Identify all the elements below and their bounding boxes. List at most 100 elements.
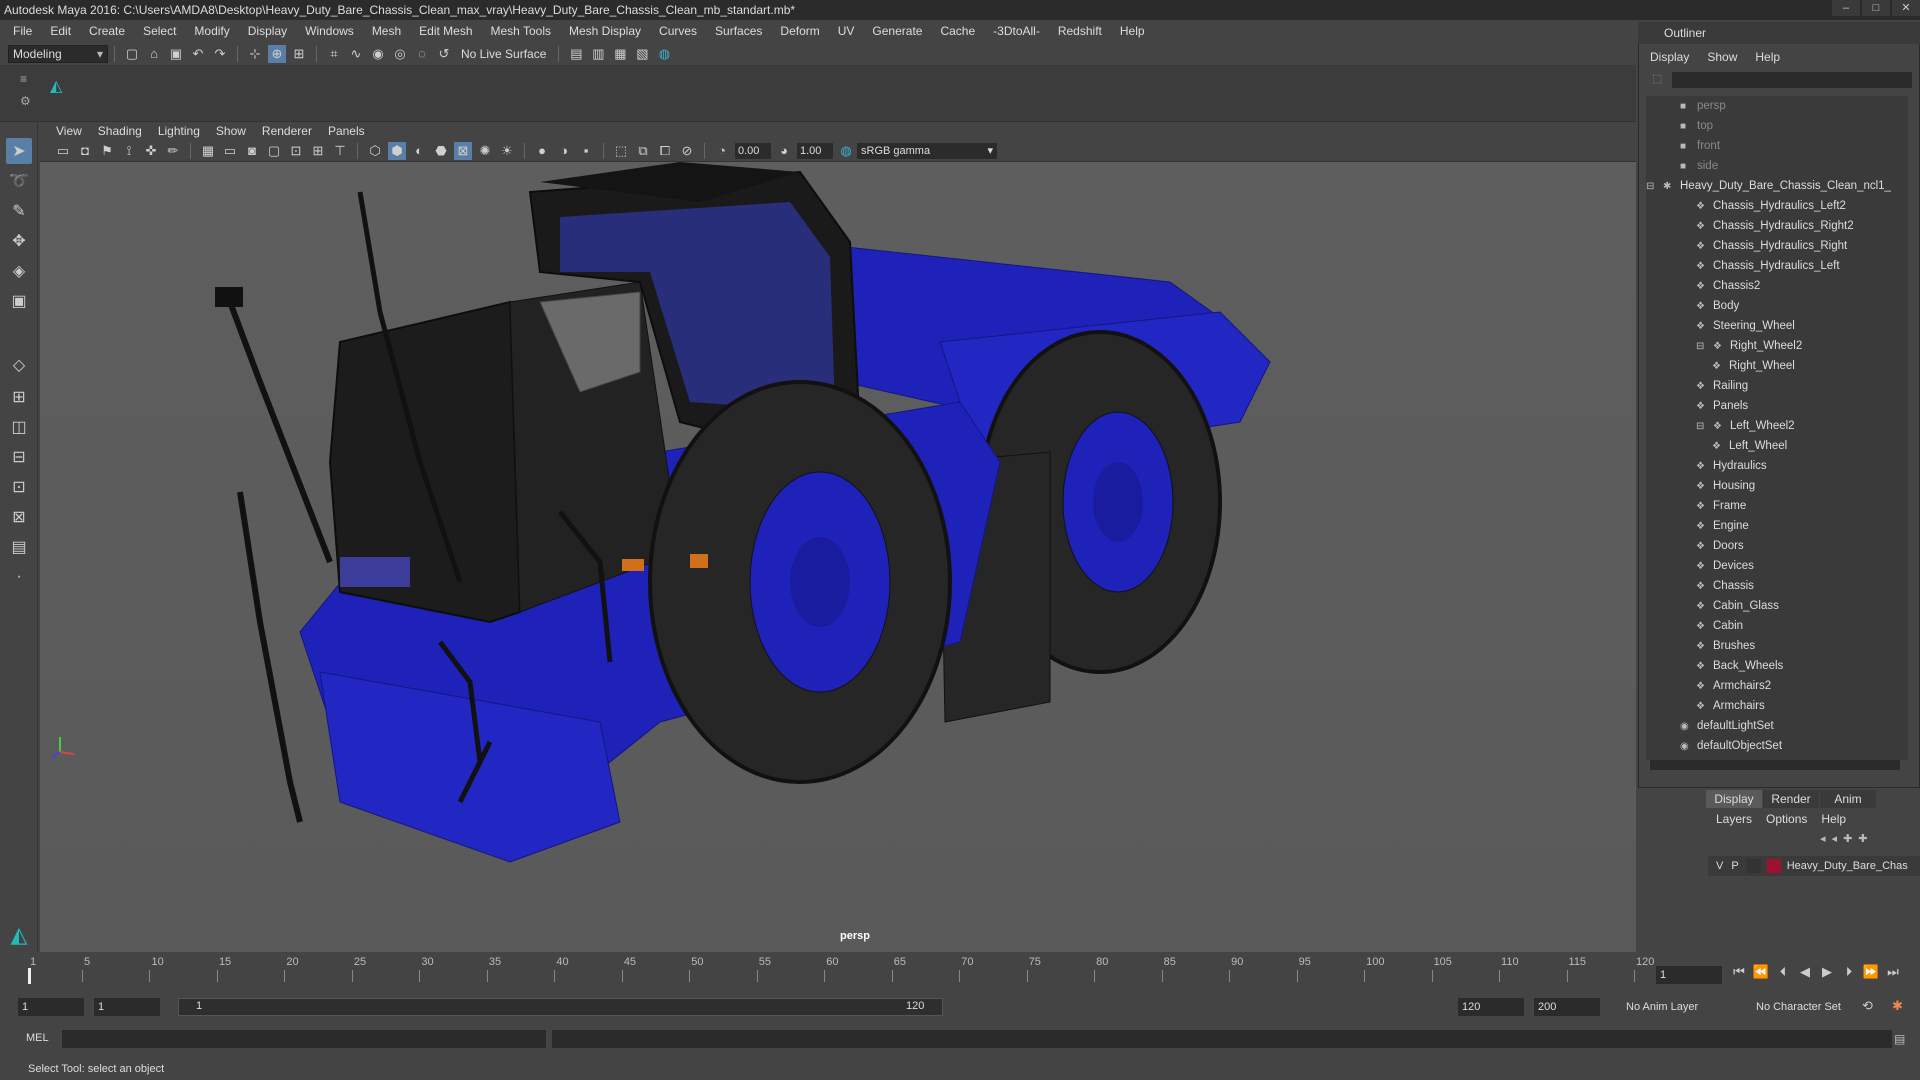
outliner-item[interactable]: ❖ Chassis_Hydraulics_Left (1696, 256, 1840, 276)
menu-curves[interactable]: Curves (650, 24, 706, 38)
outliner-item[interactable]: ■ front (1680, 136, 1720, 156)
single-view-icon[interactable]: ◇ (6, 352, 32, 378)
outliner-item[interactable]: ❖ Cabin_Glass (1696, 596, 1779, 616)
outliner-item[interactable]: ❖ Body (1696, 296, 1739, 316)
anim-layer-dropdown[interactable]: No Anim Layer (1622, 998, 1740, 1016)
outliner-item[interactable]: ❖ Steering_Wheel (1696, 316, 1795, 336)
step-forward-icon[interactable]: ⏩ (1860, 964, 1882, 980)
outliner-item[interactable]: ■ side (1680, 156, 1718, 176)
snap-grid-icon[interactable]: ⌗ (325, 45, 343, 63)
resolution-gate-icon[interactable]: ◙ (243, 142, 261, 160)
close-button[interactable]: ✕ (1892, 0, 1920, 16)
paint-select-icon[interactable]: ✎ (6, 198, 32, 224)
outliner-search-input[interactable] (1672, 72, 1912, 88)
shelf-menu-icon[interactable]: ≡ (20, 72, 27, 86)
layer-row[interactable]: V P Heavy_Duty_Bare_Chas (1708, 856, 1920, 876)
range-slider[interactable] (178, 998, 943, 1016)
go-to-start-icon[interactable]: ⏮ (1728, 964, 1750, 980)
menu-cache[interactable]: Cache (931, 24, 984, 38)
new-layer-selected-icon[interactable]: ✚ (1858, 832, 1867, 845)
layer-menu-help[interactable]: Help (1821, 812, 1846, 826)
default-material-icon[interactable]: ◐ (410, 142, 428, 160)
menu-mesh[interactable]: Mesh (363, 24, 410, 38)
safe-title-icon[interactable]: ⊤ (331, 142, 349, 160)
wireframe-icon[interactable]: ⬡ (366, 142, 384, 160)
shadows-icon[interactable]: ● (533, 142, 551, 160)
make-live-icon[interactable]: ↺ (435, 45, 453, 63)
outliner-item[interactable]: ❖ Chassis2 (1696, 276, 1760, 296)
open-scene-icon[interactable]: ⌂ (145, 45, 163, 63)
snap-surface-icon[interactable]: ◎ (391, 45, 409, 63)
2d-pan-icon[interactable]: ✜ (142, 142, 160, 160)
collapse-icon[interactable]: ⊟ (1696, 337, 1710, 357)
outliner-item[interactable]: ◉ defaultLightSet (1680, 716, 1774, 736)
menu-windows[interactable]: Windows (296, 24, 363, 38)
auto-key-icon[interactable]: ⟲ (1862, 998, 1873, 1014)
viewport-menu-lighting[interactable]: Lighting (150, 124, 208, 138)
outliner-item[interactable]: ■ top (1680, 116, 1713, 136)
undo-icon[interactable]: ↶ (189, 45, 207, 63)
viewport-3d[interactable] (40, 162, 1636, 952)
outliner-item[interactable]: ❖ Doors (1696, 536, 1744, 556)
time-slider[interactable]: 1 5 10 15 20 25 30 35 40 45 50 55 60 65 70 75 80 85 90 95 10… (0, 952, 1700, 986)
step-forward-key-icon[interactable]: ⏵ (1838, 964, 1860, 980)
outliner-item[interactable]: ⊟ ✱ Heavy_Duty_Bare_Chassis_Clean_ncl1_ (1646, 176, 1891, 196)
stack-layout-icon[interactable]: ▤ (6, 534, 32, 560)
menu-edit[interactable]: Edit (41, 24, 80, 38)
outliner-item[interactable]: ❖ Engine (1696, 516, 1749, 536)
step-back-key-icon[interactable]: ⏴ (1772, 964, 1794, 980)
camera-attr-icon[interactable]: ◘ (76, 142, 94, 160)
menu-redshift[interactable]: Redshift (1049, 24, 1111, 38)
grid-icon[interactable]: ▦ (199, 142, 217, 160)
minimize-button[interactable]: – (1832, 0, 1860, 16)
lasso-tool-icon[interactable]: ➰ (6, 168, 32, 194)
current-time-marker[interactable] (28, 968, 31, 984)
hypershade-icon[interactable]: ▧ (633, 45, 651, 63)
new-scene-icon[interactable]: ▢ (123, 45, 141, 63)
lights-icon[interactable]: ☀ (498, 142, 516, 160)
outliner-item[interactable]: ⊟ ❖ Right_Wheel2 (1696, 336, 1802, 356)
layer-color-swatch[interactable] (1766, 859, 1781, 873)
four-view-icon[interactable]: ⊞ (6, 384, 32, 410)
menu-generate[interactable]: Generate (863, 24, 931, 38)
exposure-icon[interactable]: ◔ (713, 142, 731, 160)
select-tool-icon[interactable]: ➤ (6, 138, 32, 164)
outliner-item[interactable]: ❖ Brushes (1696, 636, 1755, 656)
outliner-item[interactable]: ❖ Railing (1696, 376, 1748, 396)
outliner-item[interactable]: ❖ Hydraulics (1696, 456, 1767, 476)
anim-end-field[interactable]: 200 (1534, 998, 1600, 1016)
exposure-field[interactable]: 0.00 (735, 142, 771, 159)
viewport-menu-shading[interactable]: Shading (90, 124, 150, 138)
field-chart-icon[interactable]: ⊡ (287, 142, 305, 160)
motion-blur-icon[interactable]: ▪ (577, 142, 595, 160)
camera-select-icon[interactable]: ▭ (54, 142, 72, 160)
menu-surfaces[interactable]: Surfaces (706, 24, 771, 38)
snap-view-icon[interactable]: ◌ (413, 45, 431, 63)
outliner-persp-icon[interactable]: ⊟ (6, 444, 32, 470)
outliner-item[interactable]: ❖ Chassis_Hydraulics_Left2 (1696, 196, 1846, 216)
command-input[interactable] (62, 1030, 546, 1048)
textured-icon[interactable]: ✺ (476, 142, 494, 160)
move-layer-up-icon[interactable]: ◂ (1820, 832, 1826, 845)
graph-persp-icon[interactable]: ⊡ (6, 474, 32, 500)
viewport-menu-view[interactable]: View (48, 124, 90, 138)
viewport-menu-panels[interactable]: Panels (320, 124, 373, 138)
outliner-item[interactable]: ❖ Panels (1696, 396, 1748, 416)
gate-mask-icon[interactable]: ▢ (265, 142, 283, 160)
redo-icon[interactable]: ↷ (211, 45, 229, 63)
scale-tool-icon[interactable]: ▣ (6, 288, 32, 314)
anim-start-field[interactable]: 1 (18, 998, 84, 1016)
outliner-item[interactable]: ◉ defaultObjectSet (1680, 736, 1782, 756)
menu-mesh-tools[interactable]: Mesh Tools (482, 24, 560, 38)
rotate-tool-icon[interactable]: ◈ (6, 258, 32, 284)
render-settings-icon[interactable]: ▦ (611, 45, 629, 63)
outliner-horizontal-scrollbar[interactable] (1650, 760, 1900, 770)
outliner-item[interactable]: ❖ Chassis (1696, 576, 1754, 596)
color-management-icon[interactable]: ◍ (837, 142, 855, 160)
film-gate-icon[interactable]: ▭ (221, 142, 239, 160)
outliner-menu-help[interactable]: Help (1755, 50, 1780, 64)
outliner-item[interactable]: ❖ Left_Wheel (1712, 436, 1787, 456)
snap-point-icon[interactable]: ◉ (369, 45, 387, 63)
render-globe-icon[interactable]: ◍ (655, 45, 673, 63)
more-layouts-icon[interactable]: · (6, 564, 32, 590)
